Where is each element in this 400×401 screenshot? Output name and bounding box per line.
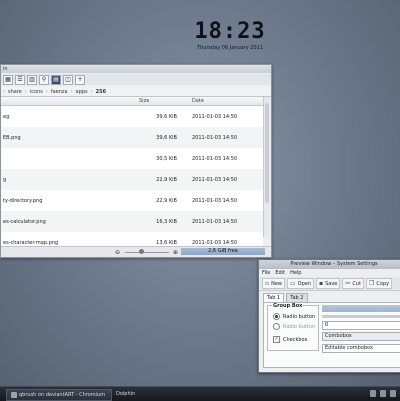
- taskbar-item-dolphin[interactable]: Dolphin: [112, 389, 170, 399]
- file-row[interactable]: es-calculator.png 16,3 KiB 2011-01-03 14…: [1, 211, 263, 232]
- split-icon[interactable]: ◫: [63, 74, 73, 85]
- file-name: eg: [3, 114, 10, 120]
- taskbar-item-chromium[interactable]: qbrush on deviantART - Chromium: [6, 389, 112, 401]
- file-row[interactable]: g 22,9 KiB 2011-01-03 14:50: [1, 169, 263, 190]
- details-view-icon[interactable]: ☰: [15, 74, 25, 85]
- menu-help[interactable]: Help: [290, 269, 301, 277]
- column-size[interactable]: Size: [139, 97, 149, 105]
- file-manager-window[interactable]: in ▦ ☰ ▥ ⚲ ▤ ◫ + › share › icons › faenz…: [0, 64, 272, 258]
- toolbar: ▫ New ▭ Open ▪ Save ✂ Cut ❐ Copy: [259, 277, 400, 291]
- group-box-title: Group Box: [272, 303, 304, 309]
- chromium-icon: [11, 391, 17, 398]
- status-bar: ⊖ ⊕ 2,6 GiB free: [1, 246, 271, 257]
- file-size: 39,6 KiB: [156, 135, 177, 141]
- cut-button[interactable]: ✂ Cut: [342, 278, 365, 289]
- file-date: 2011-01-03 14:50: [192, 219, 238, 225]
- scissors-icon: ✂: [345, 280, 351, 287]
- combobox[interactable]: Combobox: [322, 332, 400, 341]
- taskbar: qbrush on deviantART - Chromium Dolphin: [0, 386, 400, 401]
- spin-value: 0: [325, 322, 329, 328]
- folder-icon: ▭: [289, 280, 296, 287]
- free-space-indicator: 2,6 GiB free: [181, 248, 265, 255]
- breadcrumb: › share › icons › faenza › apps › 256: [1, 87, 271, 97]
- window-title: Preview Window – System Settings: [259, 260, 400, 269]
- file-size: 39,6 KiB: [156, 114, 177, 120]
- open-button[interactable]: ▭ Open: [286, 278, 315, 289]
- radio-label: Radio button: [283, 313, 316, 320]
- network-icon[interactable]: [370, 390, 376, 397]
- search-icon[interactable]: ⚲: [39, 74, 49, 85]
- clock-time: 18:23: [194, 19, 266, 44]
- menu-bar: File Edit Help: [259, 269, 400, 277]
- file-list: eg 39,6 KiB 2011-01-03 14:50 EB.png 39,6…: [1, 106, 263, 253]
- editable-combobox[interactable]: Editable combobox: [322, 344, 400, 353]
- copy-button[interactable]: ❐ Copy: [366, 278, 393, 289]
- window-title: in: [1, 65, 271, 73]
- new-icon: ▫: [265, 280, 270, 287]
- column-date[interactable]: Date: [192, 97, 204, 105]
- breadcrumb-256[interactable]: 256: [96, 89, 106, 95]
- new-tab-icon[interactable]: +: [75, 74, 85, 85]
- clock-date: Thursday 06 January 2011: [196, 45, 264, 51]
- group-box: Group Box Radio button Radio button ✓ Ch…: [267, 303, 319, 351]
- file-row[interactable]: ty-directory.png 22,9 KiB 2011-01-03 14:…: [1, 190, 263, 211]
- file-name: es-calculator.png: [3, 219, 46, 225]
- breadcrumb-apps[interactable]: apps: [76, 89, 88, 95]
- file-size: 22,9 KiB: [156, 177, 177, 183]
- file-date: 2011-01-03 14:50: [192, 198, 238, 204]
- menu-file[interactable]: File: [262, 269, 270, 277]
- file-size: 22,9 KiB: [156, 198, 177, 204]
- menu-edit[interactable]: Edit: [275, 269, 285, 277]
- columns-view-icon[interactable]: ▥: [27, 74, 37, 85]
- checkbox-label: Checkbox: [283, 336, 308, 343]
- controls-column: 0 ▴▾ Combobox Editable combobox: [322, 305, 400, 353]
- settings-preview-window[interactable]: Preview Window – System Settings File Ed…: [258, 259, 400, 373]
- file-manager-toolbar: ▦ ☰ ▥ ⚲ ▤ ◫ +: [1, 74, 271, 85]
- file-date: 2011-01-03 14:50: [192, 135, 238, 141]
- zoom-slider[interactable]: [125, 252, 169, 253]
- battery-icon[interactable]: [390, 390, 396, 397]
- zoom-slider-handle[interactable]: [139, 249, 144, 254]
- file-size: 16,3 KiB: [156, 219, 177, 225]
- breadcrumb-faenza[interactable]: faenza: [51, 89, 68, 95]
- file-size: 30,5 KiB: [156, 156, 177, 162]
- copy-icon: ❐: [369, 280, 375, 287]
- tab-pane: Group Box Radio button Radio button ✓ Ch…: [263, 302, 400, 368]
- file-row[interactable]: eg 39,6 KiB 2011-01-03 14:50: [1, 106, 263, 127]
- system-tray: [370, 390, 396, 397]
- file-row[interactable]: EB.png 39,6 KiB 2011-01-03 14:50: [1, 127, 263, 148]
- file-row[interactable]: 30,5 KiB 2011-01-03 14:50: [1, 148, 263, 169]
- file-name: g: [3, 177, 7, 183]
- vertical-scrollbar[interactable]: [263, 97, 270, 237]
- scrollbar-thumb[interactable]: [265, 103, 269, 203]
- volume-icon[interactable]: [380, 390, 386, 397]
- radio-option-2[interactable]: Radio button: [273, 323, 315, 330]
- breadcrumb-icons[interactable]: icons: [30, 89, 43, 95]
- file-name: ty-directory.png: [3, 198, 43, 204]
- checkbox-option[interactable]: ✓ Checkbox: [273, 336, 307, 343]
- column-headers: Size Date: [1, 97, 263, 106]
- new-button[interactable]: ▫ New: [262, 278, 285, 289]
- radio-unselected-icon[interactable]: [273, 323, 280, 330]
- icons-view-icon[interactable]: ▦: [3, 74, 13, 85]
- file-date: 2011-01-03 14:50: [192, 156, 238, 162]
- radio-option-1[interactable]: Radio button: [273, 313, 315, 320]
- checkmark-icon[interactable]: ✓: [273, 336, 280, 343]
- breadcrumb-share[interactable]: share: [8, 89, 22, 95]
- zoom-in-icon[interactable]: ⊕: [173, 249, 178, 256]
- zoom-out-icon[interactable]: ⊖: [115, 249, 120, 256]
- spin-box[interactable]: 0 ▴▾: [322, 321, 400, 330]
- header-bar: [322, 305, 400, 312]
- file-date: 2011-01-03 14:50: [192, 114, 238, 120]
- radio-label: Radio button: [283, 323, 316, 330]
- preview-icon[interactable]: ▤: [51, 74, 61, 85]
- desktop-clock: 18:23 Thursday 06 January 2011: [190, 19, 270, 52]
- save-icon: ▪: [319, 280, 324, 287]
- file-name: EB.png: [3, 135, 21, 141]
- radio-selected-icon[interactable]: [273, 313, 280, 320]
- file-date: 2011-01-03 14:50: [192, 177, 238, 183]
- progress-bar: [322, 315, 400, 318]
- save-button[interactable]: ▪ Save: [316, 278, 341, 289]
